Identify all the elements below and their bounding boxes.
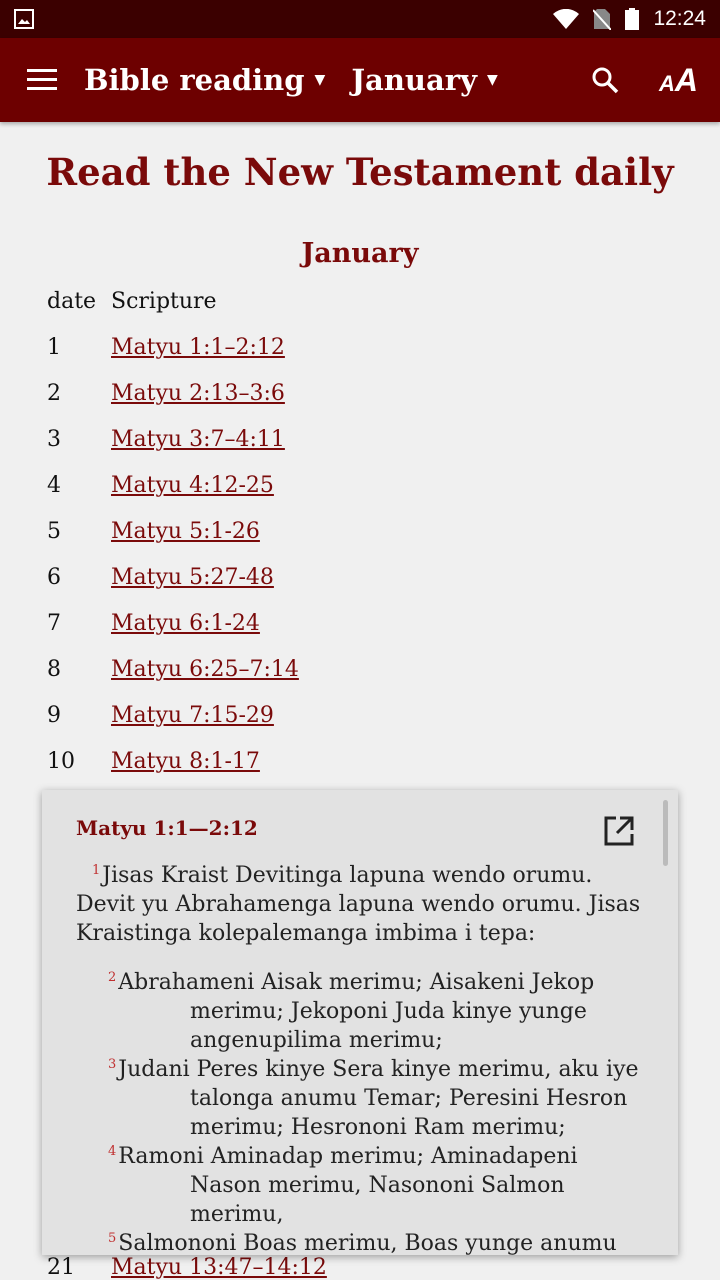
table-row: 5 Matyu 5:1-26 <box>47 519 260 544</box>
row-date: 3 <box>47 427 61 452</box>
search-icon[interactable] <box>591 66 619 94</box>
open-external-icon[interactable] <box>604 816 634 846</box>
table-row: 8 Matyu 6:25–7:14 <box>47 657 299 682</box>
table-row: 6 Matyu 5:27-48 <box>47 565 274 590</box>
scripture-link[interactable]: Matyu 5:1-26 <box>111 519 260 544</box>
table-row: 3 Matyu 3:7–4:11 <box>47 427 285 452</box>
table-row: 1 Matyu 1:1–2:12 <box>47 335 285 360</box>
row-date: 6 <box>47 565 61 590</box>
col-scripture: Scripture <box>111 289 217 314</box>
book-selector-label: Bible reading <box>84 63 305 97</box>
scripture-link[interactable]: Matyu 3:7–4:11 <box>111 427 285 452</box>
month-heading: January <box>301 238 419 269</box>
row-date: 8 <box>47 657 61 682</box>
verse-1: 1Jisas Kraist Devitinga lapuna wendo oru… <box>76 861 644 948</box>
row-date: 1 <box>47 335 61 360</box>
app-bar: Bible reading ▼ January ▼ AA <box>0 38 720 122</box>
page-title: Read the New Testament daily <box>46 150 674 194</box>
verse-3: 3Judani Peres kinye Sera kinye merimu, a… <box>76 1055 644 1142</box>
table-row: 7 Matyu 6:1-24 <box>47 611 260 636</box>
no-sim-icon <box>593 9 612 30</box>
verse-5: 5Salmononi Boas merimu, Boas yunge anumu… <box>76 1229 644 1255</box>
menu-button[interactable] <box>0 69 84 91</box>
table-row: 2 Matyu 2:13–3:6 <box>47 381 285 406</box>
passage-popup: Matyu 1:1—2:12 1Jisas Kraist Devitinga l… <box>42 790 678 1255</box>
wifi-icon <box>553 9 580 29</box>
verse-number: 5 <box>108 1231 117 1246</box>
month-selector-label: January <box>351 63 477 97</box>
verse-text: Abrahameni Aisak merimu; Aisakeni Jekop … <box>118 970 595 1053</box>
row-date: 5 <box>47 519 61 544</box>
verse-number: 4 <box>108 1144 117 1159</box>
scripture-link[interactable]: Matyu 8:1-17 <box>111 749 260 774</box>
text-size-icon[interactable]: AA <box>659 62 698 99</box>
image-icon <box>14 9 34 29</box>
hamburger-icon <box>27 69 57 90</box>
verse-number: 3 <box>108 1057 117 1072</box>
table-row: 9 Matyu 7:15-29 <box>47 703 274 728</box>
verse-2: 2Abrahameni Aisak merimu; Aisakeni Jekop… <box>76 968 644 1055</box>
row-date: 2 <box>47 381 61 406</box>
month-selector[interactable]: January ▼ <box>351 63 497 97</box>
row-date: 7 <box>47 611 61 636</box>
battery-icon <box>625 8 640 30</box>
scripture-link[interactable]: Matyu 1:1–2:12 <box>111 335 285 360</box>
scripture-link[interactable]: Matyu 6:25–7:14 <box>111 657 299 682</box>
scrollbar[interactable] <box>663 800 668 866</box>
book-selector[interactable]: Bible reading ▼ <box>84 63 325 97</box>
verse-text: Salmononi Boas merimu, Boas yunge anumu … <box>118 1231 617 1255</box>
popup-reference: Matyu 1:1—2:12 <box>76 816 258 840</box>
verse-4: 4Ramoni Aminadap merimu; Aminadapeni Nas… <box>76 1142 644 1229</box>
row-date: 21 <box>47 1255 75 1280</box>
table-header: date Scripture <box>47 289 217 314</box>
table-row: 21 Matyu 13:47–14:12 <box>47 1255 327 1280</box>
scripture-link[interactable]: Matyu 6:1-24 <box>111 611 260 636</box>
scripture-link[interactable]: Matyu 2:13–3:6 <box>111 381 285 406</box>
clock: 12:24 <box>653 7 706 30</box>
row-date: 10 <box>47 749 75 774</box>
verse-text: Judani Peres kinye Sera kinye merimu, ak… <box>118 1057 639 1140</box>
caret-down-icon: ▼ <box>314 72 326 88</box>
table-row: 4 Matyu 4:12-25 <box>47 473 274 498</box>
scripture-link[interactable]: Matyu 13:47–14:12 <box>111 1255 327 1280</box>
scripture-link[interactable]: Matyu 4:12-25 <box>111 473 274 498</box>
row-date: 4 <box>47 473 61 498</box>
verse-text: Jisas Kraist Devitinga lapuna wendo orum… <box>76 863 641 946</box>
caret-down-icon: ▼ <box>486 72 498 88</box>
scripture-link[interactable]: Matyu 5:27-48 <box>111 565 274 590</box>
verse-text: Ramoni Aminadap merimu; Aminadapeni Naso… <box>118 1144 578 1227</box>
scripture-link[interactable]: Matyu 7:15-29 <box>111 703 274 728</box>
table-row: 10 Matyu 8:1-17 <box>47 749 260 774</box>
col-date: date <box>47 289 97 314</box>
verse-number: 2 <box>108 970 117 985</box>
status-bar: 12:24 <box>0 0 720 38</box>
row-date: 9 <box>47 703 61 728</box>
verse-number: 1 <box>92 863 101 878</box>
